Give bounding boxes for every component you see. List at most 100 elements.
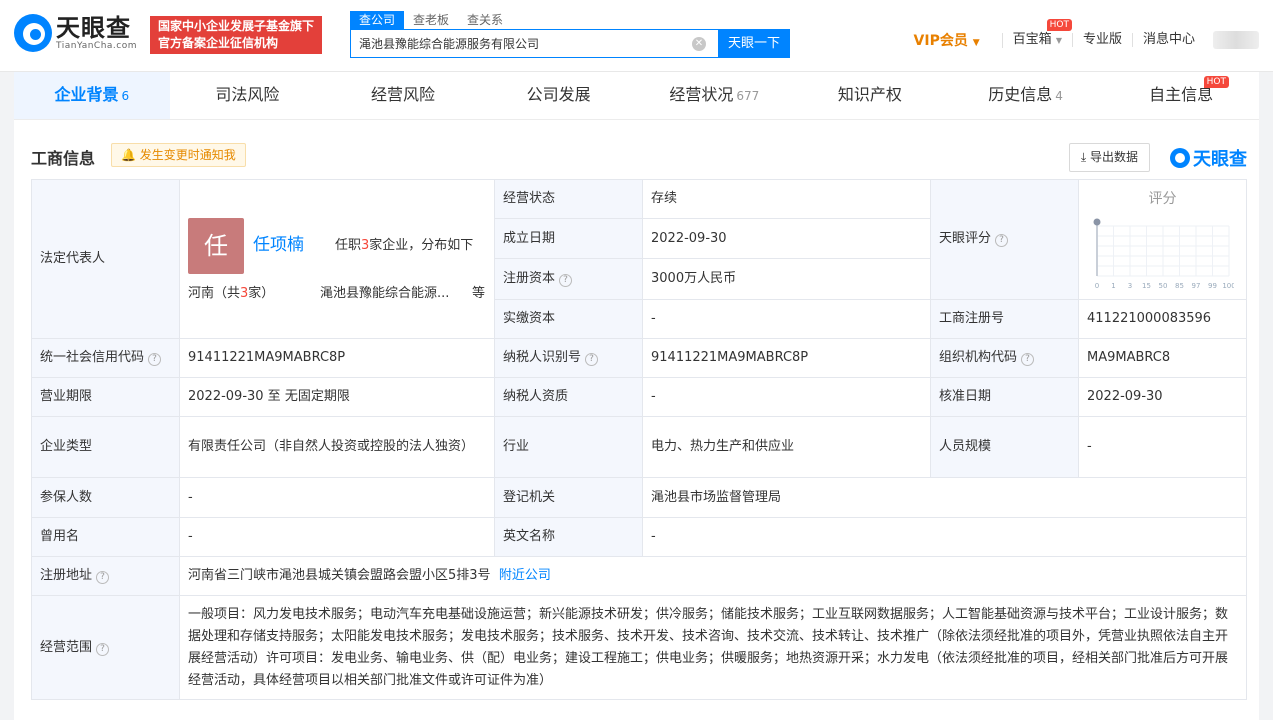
tax-id-key-cell: 纳税人识别号?	[494, 338, 643, 378]
tab-count: 6	[121, 89, 130, 103]
download-icon: ⤓	[1080, 150, 1087, 164]
export-data-button[interactable]: ⤓ 导出数据	[1068, 143, 1150, 172]
score-tick-label: 99	[1208, 282, 1217, 290]
tab-label: 知识产权	[837, 85, 902, 104]
nearby-companies-link[interactable]: 附近公司	[499, 568, 551, 583]
score-tick-label: 15	[1142, 282, 1151, 290]
tax-qual-value: -	[642, 377, 931, 417]
paid-capital-key: 实缴资本	[494, 298, 643, 340]
capital-key: 注册资本	[503, 271, 556, 287]
message-center-link[interactable]: 消息中心	[1131, 33, 1205, 47]
help-icon[interactable]: ?	[1021, 353, 1035, 366]
tax-id-key: 纳税人识别号	[503, 350, 582, 365]
term-value: 2022-09-30 至 无固定期限	[179, 377, 495, 417]
clear-icon[interactable]: ✕	[692, 37, 706, 51]
address-cell: 河南省三门峡市渑池县城关镇会盟路会盟小区5排3号 附近公司	[179, 556, 1247, 596]
authority-value: 渑池县市场监督管理局	[642, 477, 1247, 518]
top-nav: VIP会员 ▼ 百宝箱 ▼ HOT 专业版 消息中心	[914, 18, 1259, 50]
tab-count: 677	[736, 89, 760, 103]
status-key: 经营状态	[494, 178, 643, 220]
notify-label: 发生变更时通知我	[139, 148, 236, 162]
pro-version-link[interactable]: 专业版	[1071, 33, 1132, 47]
hot-badge: HOT	[1046, 18, 1072, 31]
tab-label: 企业背景	[54, 85, 119, 104]
business-info-table: 法定代表人 任 任项楠 任职3家企业，分布如下 河南（共3家） 渑池县豫能综合能…	[31, 178, 1247, 700]
help-icon[interactable]: ?	[148, 353, 162, 366]
tab-self-info[interactable]: 自主信息 HOT	[1103, 72, 1259, 119]
help-icon[interactable]: ?	[995, 234, 1009, 248]
score-tick-label: 3	[1128, 282, 1132, 290]
credit-code-key: 统一社会信用代码	[40, 350, 145, 365]
credit-code-value: 91411221MA9MABRC8P	[179, 338, 495, 378]
scope-key: 经营范围	[40, 639, 93, 655]
authority-key: 登记机关	[494, 477, 643, 518]
capital-key-cell: 注册资本?	[494, 258, 643, 300]
bell-icon: 🔔	[121, 148, 136, 162]
search-input[interactable]	[359, 30, 679, 57]
legal-rep-name-link[interactable]: 任项楠	[253, 234, 304, 256]
chevron-down-icon: ▼	[972, 38, 980, 48]
official-badge: 国家中小企业发展子基金旗下 官方备案企业征信机构	[150, 16, 322, 54]
approve-date-key: 核准日期	[930, 377, 1079, 417]
industry-key: 行业	[494, 416, 643, 478]
staff-size-key: 人员规模	[930, 416, 1079, 478]
term-key: 营业期限	[31, 377, 180, 417]
legal-rep-company-link[interactable]: 渑池县豫能综合能源...	[320, 283, 449, 305]
tax-id-value: 91411221MA9MABRC8P	[642, 338, 931, 378]
address-key: 注册地址	[40, 568, 93, 583]
logo-eye-icon	[14, 14, 52, 52]
reg-no-value: 411221000083596	[1078, 298, 1247, 340]
prov-post: 家）	[248, 286, 275, 301]
scope-key-cell: 经营范围?	[31, 595, 180, 700]
staff-size-value: -	[1078, 416, 1247, 478]
tab-enterprise-background[interactable]: 企业背景 6	[14, 72, 170, 119]
brand-label: 天眼查	[1193, 149, 1247, 170]
tab-label: 经营风险	[371, 85, 436, 104]
legal-rep-avatar[interactable]: 任	[188, 218, 244, 274]
user-avatar[interactable]	[1213, 31, 1259, 49]
site-logo[interactable]: 天眼查 TianYanCha.com	[14, 14, 137, 52]
chevron-down-icon: ▼	[1055, 35, 1062, 45]
score-tick-label: 0	[1095, 282, 1099, 290]
insured-key: 参保人数	[31, 477, 180, 518]
industry-value: 电力、热力生产和供应业	[642, 416, 931, 478]
score-pointer-icon	[1093, 218, 1101, 226]
score-title: 评分	[1148, 191, 1177, 208]
help-icon[interactable]: ?	[96, 642, 110, 656]
score-key-cell: 天眼评分?	[930, 179, 1079, 300]
logo-title: 天眼查	[56, 13, 131, 42]
desc-pre: 任职	[335, 238, 362, 253]
help-icon[interactable]: ?	[96, 571, 110, 584]
tab-company-development[interactable]: 公司发展	[481, 72, 637, 119]
tab-judicial-risk[interactable]: 司法风险	[170, 72, 326, 119]
former-name-key: 曾用名	[31, 517, 180, 557]
tab-business-status[interactable]: 经营状况 677	[637, 72, 793, 119]
legal-rep-more: 等	[472, 286, 486, 301]
brand-watermark: 天眼查	[1170, 145, 1247, 171]
found-date-value: 2022-09-30	[642, 218, 931, 260]
english-name-key: 英文名称	[494, 517, 643, 557]
help-icon[interactable]: ?	[585, 353, 599, 366]
business-info-panel: 工商信息 🔔 发生变更时通知我 ⤓ 导出数据 天眼查 法定代表人 任 任项楠 任…	[14, 120, 1259, 720]
search-tab-company[interactable]: 查公司	[350, 11, 405, 29]
vip-member-link[interactable]: VIP会员 ▼	[914, 30, 980, 50]
help-icon[interactable]: ?	[559, 274, 573, 288]
top-header: 天眼查 TianYanCha.com 国家中小企业发展子基金旗下 官方备案企业征…	[0, 0, 1273, 72]
change-notify-button[interactable]: 🔔 发生变更时通知我	[111, 143, 246, 167]
address-key-cell: 注册地址?	[31, 556, 180, 596]
hot-badge: HOT	[1203, 76, 1229, 88]
brand-eye-icon	[1170, 148, 1190, 168]
tab-operation-risk[interactable]: 经营风险	[325, 72, 481, 119]
org-code-value: MA9MABRC8	[1078, 338, 1247, 378]
search-button[interactable]: 天眼一下	[718, 29, 790, 58]
section-title: 工商信息	[31, 149, 96, 168]
tab-history-info[interactable]: 历史信息 4	[948, 72, 1104, 119]
found-date-key: 成立日期	[494, 218, 643, 260]
tab-intellectual-property[interactable]: 知识产权	[792, 72, 948, 119]
search-tab-relation[interactable]: 查关系	[458, 11, 512, 29]
capital-value: 3000万人民币	[642, 258, 931, 300]
search-tab-boss[interactable]: 查老板	[404, 11, 458, 29]
toolbox-menu[interactable]: 百宝箱 ▼ HOT	[1001, 18, 1072, 48]
org-code-key: 组织机构代码	[939, 350, 1018, 365]
score-cell: 评分 0 1 3 15 50 85 97 99 100	[1078, 179, 1247, 300]
